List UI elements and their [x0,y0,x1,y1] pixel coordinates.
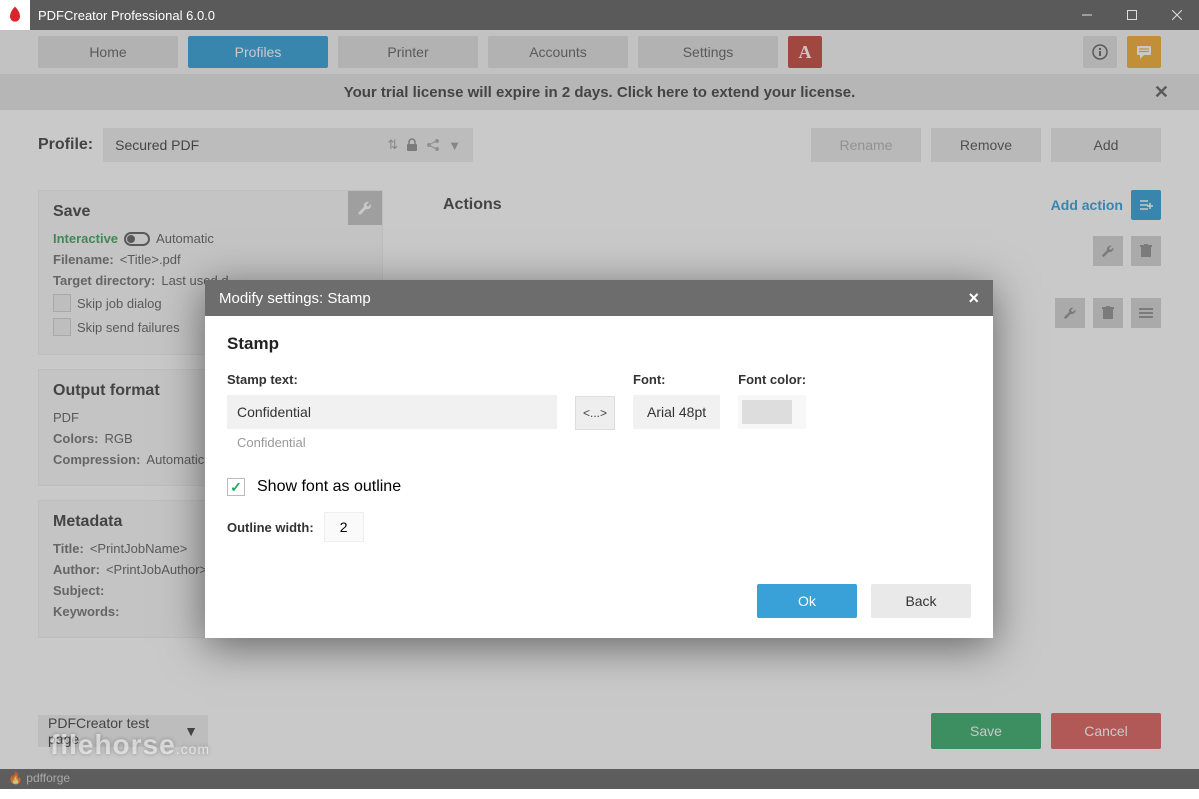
profile-selected: Secured PDF [115,137,379,153]
nav-home[interactable]: Home [38,36,178,68]
action-delete-icon[interactable] [1093,298,1123,328]
action-edit-icon[interactable] [1055,298,1085,328]
nav-accounts[interactable]: Accounts [488,36,628,68]
cancel-button[interactable]: Cancel [1051,713,1161,749]
rename-button[interactable]: Rename [811,128,921,162]
ok-button[interactable]: Ok [757,584,857,618]
banner-close-icon[interactable]: ✕ [1154,82,1169,103]
save-title: Save [53,203,368,221]
font-label: Font: [633,372,720,387]
titlebar: PDFCreator Professional 6.0.0 [0,0,1199,30]
skip-send-checkbox[interactable] [53,318,71,336]
color-swatch [742,400,792,424]
target-key: Target directory: [53,273,155,288]
profile-row: Profile: Secured PDF ⇅ ▼ Rename Remove A… [0,110,1199,180]
watermark: filehorse.com [50,729,210,761]
colors-key: Colors: [53,431,99,446]
skip-job-checkbox[interactable] [53,294,71,312]
modal-close-icon[interactable]: × [968,288,979,309]
outline-width-label: Outline width: [227,520,314,535]
outline-width-input[interactable] [324,512,364,542]
nav-settings[interactable]: Settings [638,36,778,68]
add-button[interactable]: Add [1051,128,1161,162]
wrench-icon[interactable] [348,191,382,225]
output-format: PDF [53,410,79,425]
actions-title: Actions [443,196,1051,214]
action-menu-icon[interactable] [1131,298,1161,328]
maximize-button[interactable] [1109,0,1154,30]
modal-title: Modify settings: Stamp [219,290,371,307]
action-delete-icon[interactable] [1131,236,1161,266]
watermark-text: filehorse [50,729,176,760]
filename-key: Filename: [53,252,114,267]
architect-icon[interactable]: A [788,36,822,68]
stamp-settings-modal: Modify settings: Stamp × Stamp Stamp tex… [205,280,993,638]
lock-icon [406,138,418,152]
window-title: PDFCreator Professional 6.0.0 [38,8,1064,23]
profile-label: Profile: [38,136,93,154]
meta-title-value: <PrintJobName> [90,541,188,556]
trial-banner[interactable]: Your trial license will expire in 2 days… [0,74,1199,110]
font-color-label: Font color: [738,372,806,387]
meta-title-key: Title: [53,541,84,556]
modal-titlebar: Modify settings: Stamp × [205,280,993,316]
font-button[interactable]: Arial 48pt [633,395,720,429]
meta-keywords-key: Keywords: [53,604,119,619]
share-icon [426,138,440,152]
action-edit-icon[interactable] [1093,236,1123,266]
watermark-suffix: .com [176,741,210,757]
font-color-button[interactable] [738,395,806,429]
skip-send-label: Skip send failures [77,320,180,335]
add-action-link[interactable]: Add action [1051,197,1123,213]
sort-icon: ⇅ [387,137,398,153]
add-action-button[interactable] [1131,190,1161,220]
stamp-text-hint: Confidential [227,429,557,456]
info-icon[interactable] [1083,36,1117,68]
meta-subject-key: Subject: [53,583,104,598]
nav-profiles[interactable]: Profiles [188,36,328,68]
compression-value: Automatic [146,452,204,467]
interactive-label: Interactive [53,231,118,246]
app-logo [0,0,30,30]
mode-toggle[interactable] [124,232,150,246]
stamp-text-input[interactable] [227,395,557,429]
colors-value: RGB [105,431,133,446]
back-button[interactable]: Back [871,584,971,618]
show-outline-checkbox[interactable]: ✓ [227,478,245,496]
footer-text: 🔥 pdfforge [8,771,70,785]
trial-banner-text: Your trial license will expire in 2 days… [344,84,856,101]
main-toolbar: Home Profiles Printer Accounts Settings … [0,30,1199,74]
compression-key: Compression: [53,452,140,467]
show-outline-label: Show font as outline [257,478,401,496]
automatic-label: Automatic [156,231,214,246]
minimize-button[interactable] [1064,0,1109,30]
action-row-1 [443,236,1161,266]
filename-value: <Title>.pdf [120,252,181,267]
close-button[interactable] [1154,0,1199,30]
profile-dropdown[interactable]: Secured PDF ⇅ ▼ [103,128,473,162]
footer: 🔥 pdfforge [0,769,1199,789]
skip-job-label: Skip job dialog [77,296,162,311]
nav-printer[interactable]: Printer [338,36,478,68]
meta-author-key: Author: [53,562,100,577]
token-button[interactable]: <...> [575,396,615,430]
feedback-icon[interactable] [1127,36,1161,68]
meta-author-value: <PrintJobAuthor> [106,562,207,577]
remove-button[interactable]: Remove [931,128,1041,162]
modal-heading: Stamp [227,334,971,354]
stamp-text-label: Stamp text: [227,372,557,387]
caret-down-icon: ▼ [448,138,461,153]
save-button[interactable]: Save [931,713,1041,749]
